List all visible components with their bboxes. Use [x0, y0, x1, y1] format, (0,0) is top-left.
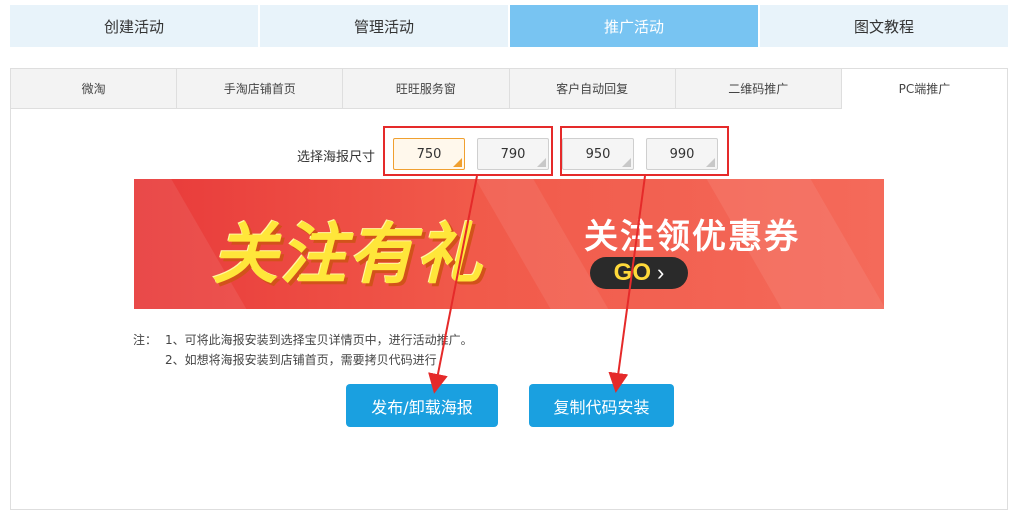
chevron-right-icon: ›: [657, 260, 665, 285]
copy-code-button[interactable]: 复制代码安装: [529, 384, 674, 427]
sub-tab-pc-promotion[interactable]: PC端推广: [841, 69, 1008, 109]
banner-subtitle: 关注领优惠券: [584, 217, 800, 257]
publish-poster-button[interactable]: 发布/卸载海报: [346, 384, 498, 427]
tab-manage-activity[interactable]: 管理活动: [260, 5, 508, 47]
annotation-box-left: [383, 126, 553, 176]
sub-tab-wangwang-window[interactable]: 旺旺服务窗: [343, 69, 510, 109]
sub-tab-qrcode[interactable]: 二维码推广: [675, 69, 842, 109]
sub-tab-weitao[interactable]: 微淘: [11, 69, 178, 109]
poster-size-label: 选择海报尺寸: [297, 150, 376, 165]
sub-tab-bar: 微淘 手淘店铺首页 旺旺服务窗 客户自动回复 二维码推广 PC端推广: [11, 69, 1008, 109]
annotation-box-right: [560, 126, 729, 176]
poster-banner: 关注有礼 关注领优惠券 GO ›: [134, 179, 884, 309]
sub-tab-auto-reply[interactable]: 客户自动回复: [509, 69, 676, 109]
go-label: GO: [613, 259, 651, 286]
tab-create-activity[interactable]: 创建活动: [10, 5, 258, 47]
note-line-2: 2、如想将海报安装到店铺首页，需要拷贝代码进行: [165, 353, 437, 367]
banner-title: 关注有礼: [212, 215, 484, 293]
note-line-1: 1、可将此海报安装到选择宝贝详情页中，进行活动推广。: [165, 333, 473, 347]
tab-promote-activity[interactable]: 推广活动: [510, 5, 758, 47]
top-tab-bar: 创建活动 管理活动 推广活动 图文教程: [10, 5, 1008, 47]
tab-tutorial[interactable]: 图文教程: [760, 5, 1008, 47]
sub-tab-mobile-shop-home[interactable]: 手淘店铺首页: [177, 69, 344, 109]
banner-go-button: GO ›: [590, 257, 688, 289]
note-prefix: 注：: [133, 333, 158, 347]
